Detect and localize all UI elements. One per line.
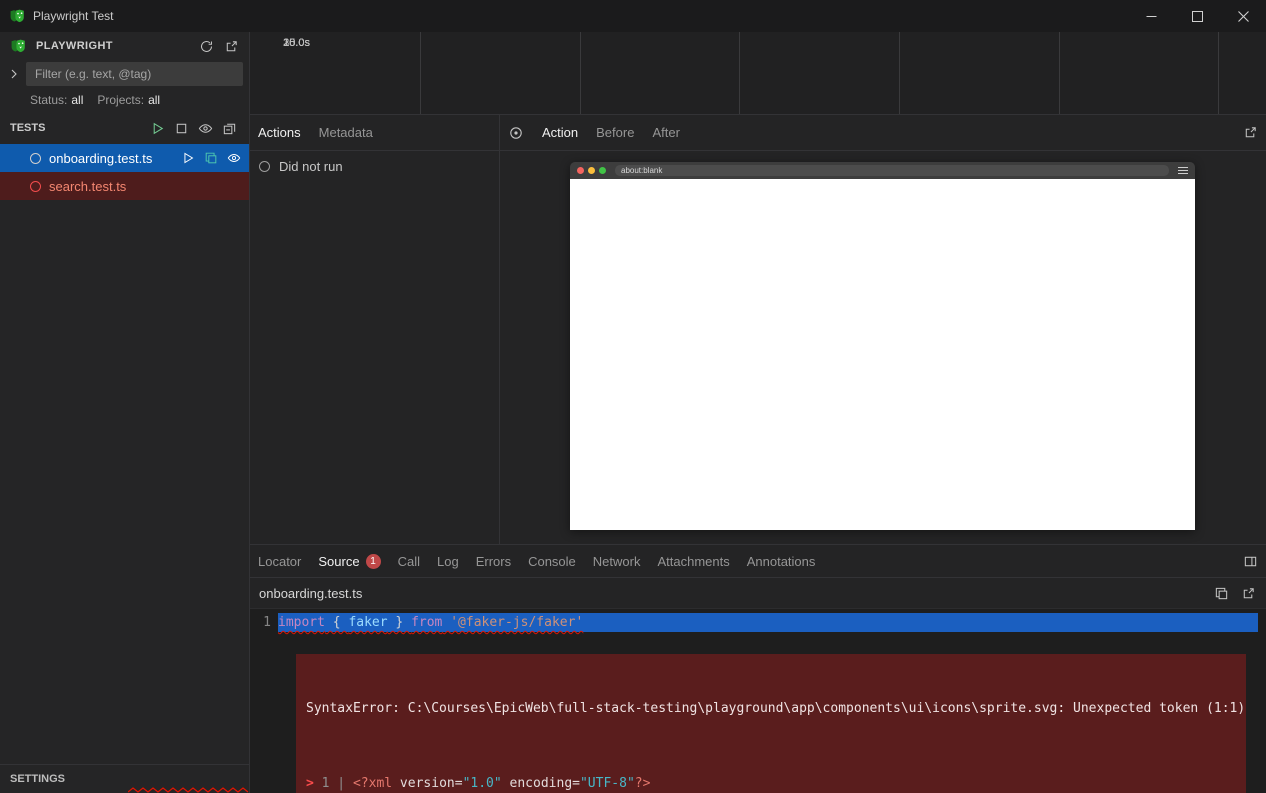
syntax-error-block: SyntaxError: C:\Courses\EpicWeb\full-sta… [296,654,1246,793]
snapshot-panel: Action Before After [500,115,1266,544]
tab-errors[interactable]: Errors [476,554,511,569]
tab-annotations[interactable]: Annotations [747,554,816,569]
browser-menu-icon [1178,167,1188,174]
filter-status-line: Status: all Projects: all [0,88,249,112]
open-snapshot-external-icon[interactable] [1243,125,1258,140]
test-item-onboarding[interactable]: onboarding.test.ts [0,144,249,172]
sidebar-header: PLAYWRIGHT [0,32,249,60]
status-label: Status: [30,93,67,107]
traffic-light-zoom-icon [599,167,606,174]
playwright-logo-icon [9,8,25,24]
watch-all-eye-icon[interactable] [198,121,213,136]
error-frame-line: > 1 | <?xml version="1.0" encoding="UTF-… [306,774,1236,793]
timeline-gridline [739,32,740,114]
source-file-header: onboarding.test.ts [250,578,1266,609]
titlebar: Playwright Test [0,0,1266,32]
source-file-name: onboarding.test.ts [259,586,1214,601]
run-test-icon[interactable] [181,151,195,165]
actions-panel-tabs: Actions Metadata [250,115,499,151]
browser-snapshot-frame: about:blank [570,162,1195,530]
timeline-gridline [580,32,581,114]
status-circle-icon [259,161,270,172]
main-area: 5.0s 10.0s 15.0s 20.0s 25.0s 30.0s Actio… [250,32,1266,793]
actions-panel: Actions Metadata Did not run [250,115,500,544]
sidebar-title: PLAYWRIGHT [36,40,189,52]
test-item-search[interactable]: search.test.ts [0,172,249,200]
projects-value[interactable]: all [148,93,160,107]
source-code-viewer: 1 import { faker } from '@faker-js/faker… [250,609,1266,793]
chevron-right-icon[interactable] [8,68,20,80]
did-not-run-label: Did not run [279,159,343,174]
tests-section-header: TESTS [0,112,249,144]
timeline-gridline [899,32,900,114]
maximize-button[interactable] [1174,0,1220,32]
toggle-layout-icon[interactable] [1243,554,1258,569]
tab-actions[interactable]: Actions [258,125,301,140]
test-name: onboarding.test.ts [49,151,173,166]
timeline-tick-label: 30.0s [250,37,310,49]
open-file-external-icon[interactable] [1241,586,1256,601]
tab-log[interactable]: Log [437,554,459,569]
playwright-logo-icon [10,38,26,54]
syntax-error-message: SyntaxError: C:\Courses\EpicWeb\full-sta… [306,700,1236,718]
snapshot-body: about:blank [500,151,1266,544]
tab-call[interactable]: Call [398,554,420,569]
tab-attachments[interactable]: Attachments [657,554,729,569]
tab-console[interactable]: Console [528,554,576,569]
action-list-item-did-not-run[interactable]: Did not run [250,151,499,181]
details-panel-tabs: Locator Source 1 Call Log Errors Console… [250,545,1266,578]
sidebar: PLAYWRIGHT Status: all [0,32,250,793]
timeline-gridline [1059,32,1060,114]
timeline-strip[interactable]: 5.0s 10.0s 15.0s 20.0s 25.0s 30.0s [250,32,1266,115]
tab-network[interactable]: Network [593,554,641,569]
pick-locator-target-icon[interactable] [508,125,524,141]
collapse-all-icon[interactable] [222,121,237,136]
browser-chrome-bar: about:blank [570,162,1195,179]
filter-input[interactable] [26,62,243,86]
stop-icon[interactable] [174,121,189,136]
watch-test-eye-icon[interactable] [227,151,241,165]
minimize-button[interactable] [1128,0,1174,32]
tab-before[interactable]: Before [596,125,634,140]
projects-label: Projects: [97,93,144,107]
filter-section [0,60,249,88]
line-number: 1 [250,613,278,632]
browser-address-bar: about:blank [615,165,1169,176]
close-button[interactable] [1220,0,1266,32]
source-code-line-1: 1 import { faker } from '@faker-js/faker… [250,613,1266,632]
test-failed-circle-icon [30,181,41,192]
tab-metadata[interactable]: Metadata [319,125,373,140]
timeline-gridline [1218,32,1219,114]
details-panel: Locator Source 1 Call Log Errors Console… [250,545,1266,793]
window-controls [1128,0,1266,32]
window-title: Playwright Test [33,9,113,23]
timeline-gridline [420,32,421,114]
test-name: search.test.ts [49,179,241,194]
traffic-light-minimize-icon [588,167,595,174]
settings-label: SETTINGS [10,773,65,785]
open-external-window-icon[interactable] [224,39,239,54]
reload-icon[interactable] [199,39,214,54]
middle-panels: Actions Metadata Did not run Action [250,115,1266,545]
test-status-circle-icon [30,153,41,164]
source-error-count-badge: 1 [366,554,381,569]
run-all-icon[interactable] [150,121,165,136]
status-value[interactable]: all [71,93,83,107]
snapshot-panel-tabs: Action Before After [500,115,1266,151]
tab-locator[interactable]: Locator [258,554,301,569]
browser-page-content [570,179,1195,530]
tab-after[interactable]: After [652,125,679,140]
traffic-light-close-icon [577,167,584,174]
tests-header-label: TESTS [10,122,150,134]
copy-file-path-icon[interactable] [1214,586,1229,601]
playwright-ui-window: Playwright Test [0,0,1266,793]
tab-action[interactable]: Action [542,125,578,140]
show-source-icon[interactable] [204,151,218,165]
source-code-text: import { faker } from '@faker-js/faker' [278,613,1258,632]
tab-source[interactable]: Source 1 [318,554,380,569]
error-squiggle-decoration [128,787,250,793]
